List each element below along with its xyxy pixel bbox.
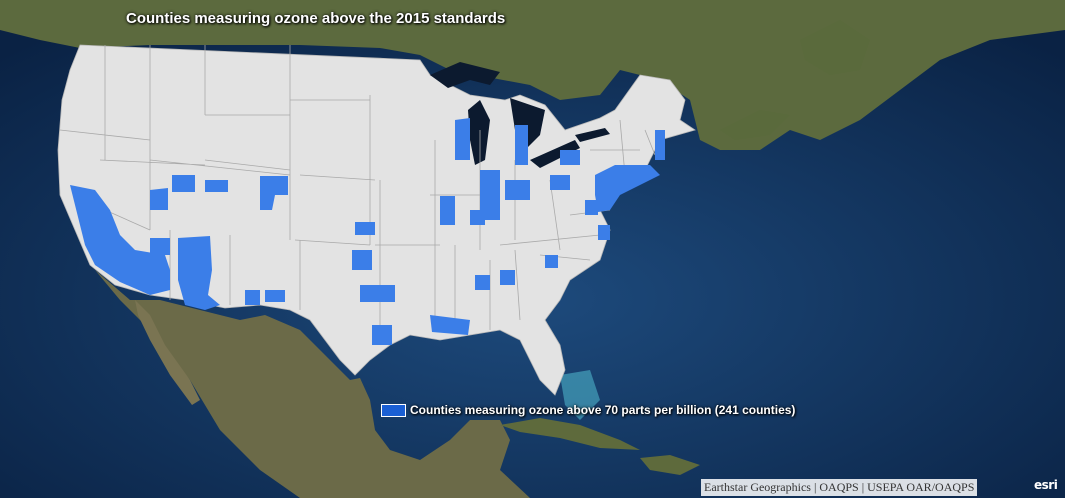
county-cluster-texas-south[interactable] — [372, 325, 392, 345]
county-cluster-ohio[interactable] — [505, 180, 530, 200]
county-cluster-ok[interactable] — [355, 222, 375, 235]
basemap[interactable] — [0, 0, 1065, 498]
esri-logo[interactable]: esri — [1034, 478, 1058, 492]
county-cluster-idaho-wy[interactable] — [150, 188, 168, 210]
county-cluster-colorado-north[interactable] — [205, 180, 228, 192]
county-cluster-alabama[interactable] — [500, 270, 515, 285]
county-cluster-mo[interactable] — [440, 196, 455, 225]
map-attribution[interactable]: Earthstar Geographics | OAQPS | USEPA OA… — [701, 479, 978, 496]
county-cluster-wisconsin[interactable] — [455, 118, 470, 160]
county-cluster-tx-west[interactable] — [265, 290, 285, 302]
county-cluster-utah[interactable] — [172, 175, 195, 192]
county-cluster-dc[interactable] — [585, 200, 598, 215]
legend-swatch — [381, 403, 406, 417]
county-cluster-nc[interactable] — [598, 225, 610, 240]
legend: Counties measuring ozone above 70 parts … — [381, 403, 795, 417]
map-title: Counties measuring ozone above the 2015 … — [126, 10, 506, 27]
county-cluster-nm[interactable] — [150, 238, 170, 255]
legend-label: Counties measuring ozone above 70 parts … — [410, 403, 796, 417]
county-cluster-ohio-east[interactable] — [550, 175, 570, 190]
county-cluster-nm-south[interactable] — [245, 290, 260, 305]
county-cluster-ga[interactable] — [545, 255, 558, 268]
county-cluster-dallas[interactable] — [352, 250, 372, 270]
county-cluster-houston[interactable] — [360, 285, 395, 302]
county-cluster-michigan[interactable] — [515, 125, 528, 165]
county-cluster-maine[interactable] — [655, 130, 665, 160]
county-cluster-pa[interactable] — [560, 150, 580, 165]
county-cluster-tn[interactable] — [475, 275, 490, 290]
county-cluster-kentucky[interactable] — [470, 210, 485, 225]
